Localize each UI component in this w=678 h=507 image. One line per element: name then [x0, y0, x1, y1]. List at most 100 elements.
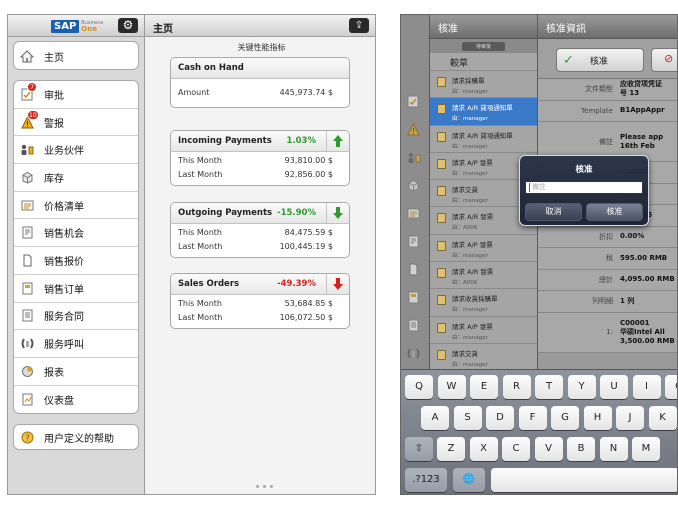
approval-segment-control[interactable]: 待审批 [430, 39, 537, 53]
approval-list-item[interactable]: 請求 A/R 貸項通知單 由：manager [430, 98, 537, 126]
sidebar-item-quotation[interactable]: 销售报价 [14, 247, 138, 275]
space-key[interactable] [491, 468, 677, 492]
reject-button[interactable]: ⊘ [651, 48, 677, 72]
alert-icon[interactable] [407, 121, 421, 136]
sidebar-item-opportunity[interactable]: 销售机会 [14, 219, 138, 248]
document-icon [437, 322, 446, 333]
sidebar-item-help[interactable]: ? 用户定义的帮助 [14, 425, 138, 449]
detail-key: 1: [606, 328, 613, 336]
approval-list-item[interactable]: 請求 A/P 發票 由：manager [430, 316, 537, 344]
key-f[interactable]: F [518, 406, 547, 430]
sidebar-item-service-contract[interactable]: 服务合同 [14, 303, 138, 331]
kpi-row-label: This Month [178, 156, 222, 165]
approval-list-item[interactable]: 請求 A/P 發票 由：manager [430, 234, 537, 263]
approval-screen: 核准 待审批 較草 請求採購單 由：manager 請求 A/R 貸項通知單 由：ma… [400, 14, 678, 495]
sidebar-item-report[interactable]: 报表 [14, 358, 138, 386]
key-o[interactable]: O [665, 375, 677, 399]
key-t[interactable]: T [535, 375, 563, 399]
help-icon: ? [20, 431, 34, 445]
key-a[interactable]: A [421, 406, 449, 430]
approval-icon[interactable] [407, 93, 421, 108]
kpi-row-value: 92,856.00 $ [284, 170, 333, 179]
key-b[interactable]: B [567, 437, 595, 461]
key-i[interactable]: I [632, 375, 661, 399]
key-d[interactable]: D [486, 406, 514, 430]
key-v[interactable]: V [534, 437, 563, 461]
kpi-row-label: Last Month [178, 313, 223, 322]
kpi-card-header: Sales Orders -49.39% [171, 274, 349, 295]
document-icon [437, 295, 446, 306]
key-k[interactable]: K [648, 406, 677, 430]
approve-button[interactable]: ✓ 核准 [556, 48, 644, 72]
sidebar-item-label: 用户定义的帮助 [44, 434, 114, 445]
partners-icon[interactable] [407, 149, 421, 163]
sidebar-item-inventory[interactable]: 库存 [14, 164, 138, 192]
sales-order-icon[interactable] [407, 289, 421, 304]
approval-list-item[interactable]: 請求 A/R 貸項通知單 由：manager [430, 125, 537, 153]
sidebar-home-group: 主页 [13, 41, 139, 70]
service-contract-icon[interactable] [407, 317, 421, 332]
globe-key[interactable]: 🌐 [453, 468, 485, 492]
approval-item-requester: 由：manager [452, 143, 488, 150]
sidebar-item-home[interactable]: 主页 [14, 42, 138, 69]
page-indicator [256, 485, 273, 488]
key-c[interactable]: C [502, 437, 530, 461]
share-button[interactable]: ⇪ [349, 18, 369, 33]
inventory-icon[interactable] [407, 177, 421, 192]
key-g[interactable]: G [551, 406, 579, 430]
sidebar-item-alert[interactable]: 10 警报 [14, 109, 138, 137]
sidebar-item-sales-order[interactable]: 销售订单 [14, 275, 138, 303]
key-h[interactable]: H [583, 406, 612, 430]
key-e[interactable]: E [470, 375, 498, 399]
sidebar-item-partners[interactable]: 业务伙伴 [14, 136, 138, 165]
approval-list-item[interactable]: 請求交貨 由：manager [430, 343, 537, 372]
sidebar-item-approval[interactable]: 7 审批 [14, 81, 138, 109]
segment-label: 待审批 [461, 41, 505, 51]
key-z[interactable]: Z [437, 437, 465, 461]
shift-key[interactable]: ⇧ [405, 437, 433, 461]
dialog-cancel-button[interactable]: 取消 [525, 203, 582, 221]
kpi-card[interactable]: Sales Orders -49.39% This Month 53,684.85 $… [170, 273, 350, 329]
settings-button[interactable]: ⚙ [118, 18, 138, 33]
detail-row: 1: C00001 华硕Intel All 3,500.00 RMB [538, 312, 677, 353]
key-u[interactable]: U [600, 375, 628, 399]
approval-item-requester: 由：manager [452, 307, 488, 314]
opportunity-icon[interactable] [407, 233, 421, 248]
alert-icon: 10 [20, 110, 39, 129]
key-x[interactable]: X [469, 437, 498, 461]
home-screen: SAP Business One ⚙ 主页 7 审批 10 警报 业务伙伴 库存 价格清单 销售… [7, 14, 376, 495]
key-n[interactable]: N [599, 437, 628, 461]
key-s[interactable]: S [453, 406, 482, 430]
approval-item-title: 請求交貨 [452, 349, 478, 358]
key-w[interactable]: W [437, 375, 466, 399]
service-call-icon[interactable] [407, 345, 421, 359]
kpi-card[interactable]: Incoming Payments 1.03% This Month 93,810.0… [170, 130, 350, 186]
remarks-input[interactable]: 備註 [525, 181, 643, 194]
detail-value: 应收贷项凭证 号 13 [620, 80, 662, 98]
sidebar-item-dashboard[interactable]: 仪表盘 [14, 386, 138, 413]
key-m[interactable]: M [632, 437, 660, 461]
key-r[interactable]: R [502, 375, 531, 399]
key-q[interactable]: Q [405, 375, 433, 399]
approval-list-item[interactable]: 請求 A/R 發票 由：A006 [430, 262, 537, 290]
key-y[interactable]: Y [567, 375, 596, 399]
kpi-card[interactable]: Outgoing Payments -15.90% This Month 84,475… [170, 202, 350, 258]
checkmark-icon: ✓ [563, 52, 574, 68]
sidebar-item-price-list[interactable]: 价格清单 [14, 192, 138, 220]
sidebar-item-label: 库存 [44, 173, 64, 185]
sap-logo-text: SAP [51, 19, 80, 33]
arrow-down-icon [332, 206, 344, 220]
approval-list-item[interactable]: 請求採購單 由：manager [430, 71, 537, 99]
quotation-icon[interactable] [407, 261, 421, 276]
price-list-icon[interactable] [407, 205, 421, 219]
notification-badge: 10 [27, 110, 39, 121]
sidebar-item-service-call[interactable]: 服务呼叫 [14, 330, 138, 358]
kpi-row-label: Last Month [178, 170, 223, 179]
numbers-key[interactable]: .?123 [405, 468, 447, 492]
key-j[interactable]: J [616, 406, 644, 430]
sidebar-menu-group: 7 审批 10 警报 业务伙伴库存价格清单 销售机会 销售报价 销售订单 服务合同 服务呼叫 报表仪… [13, 80, 139, 414]
kpi-card[interactable]: Cash on Hand Amount 445,973.74 $ [170, 57, 350, 108]
dialog-approve-button[interactable]: 核准 [586, 203, 643, 221]
approval-list-item[interactable]: 請求收貨採購單 由：manager [430, 289, 537, 317]
kpi-row: This Month 84,475.59 $ [171, 226, 349, 240]
